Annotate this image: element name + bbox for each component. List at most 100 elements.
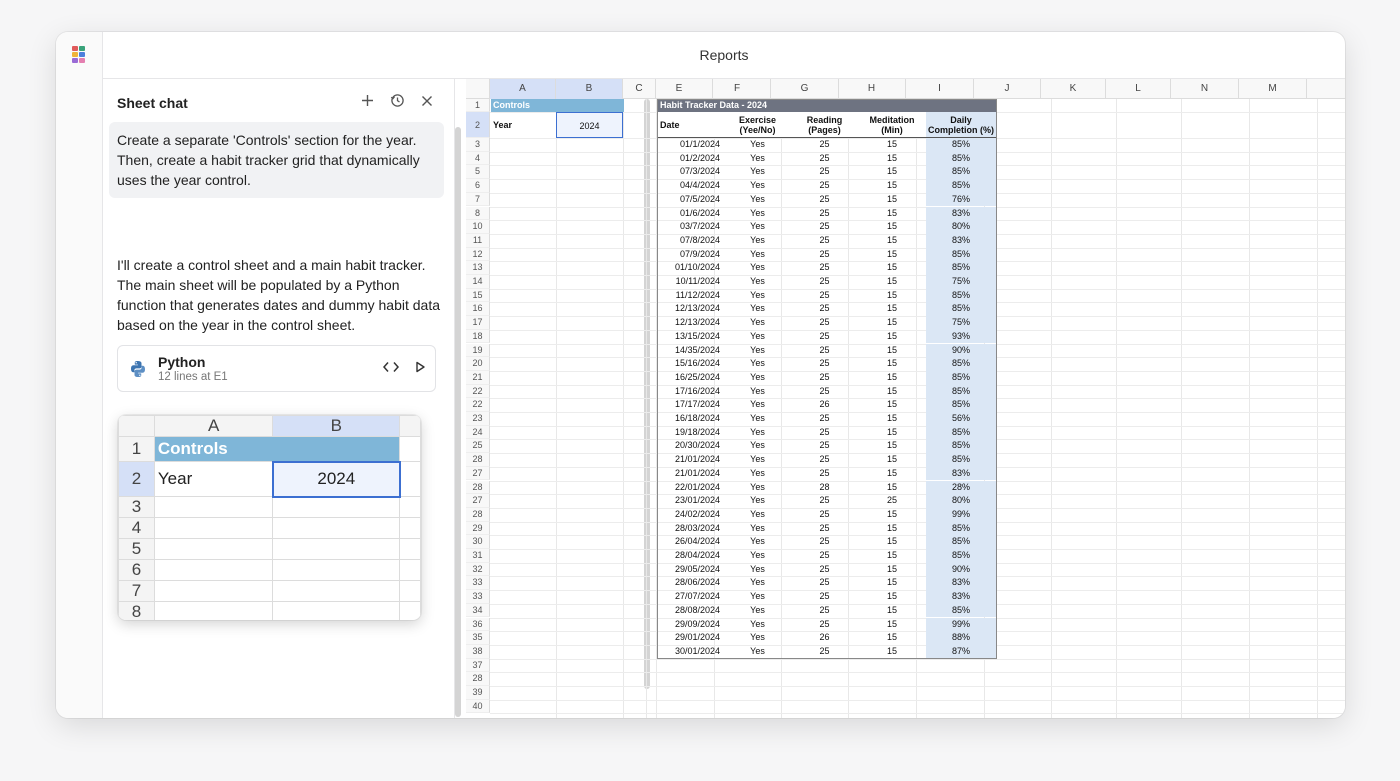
panel-scrollbar[interactable]: [455, 127, 461, 717]
table-cell[interactable]: Yes: [724, 344, 791, 358]
table-cell[interactable]: 99%: [926, 507, 996, 522]
table-cell[interactable]: 83%: [926, 233, 996, 248]
history-button[interactable]: [382, 93, 412, 113]
table-cell[interactable]: 16/25/2024: [658, 371, 724, 385]
table-cell[interactable]: 21/01/2024: [658, 453, 724, 467]
column-header[interactable]: N: [1171, 79, 1239, 99]
table-cell[interactable]: 25: [791, 261, 858, 275]
column-header[interactable]: M: [1239, 79, 1307, 99]
row-header[interactable]: 4: [466, 151, 490, 166]
row-header[interactable]: 8: [466, 206, 490, 221]
table-cell[interactable]: 25: [791, 193, 858, 207]
table-cell[interactable]: 25: [791, 645, 858, 659]
table-cell[interactable]: 26: [791, 631, 858, 645]
table-cell[interactable]: 29/05/2024: [658, 563, 724, 577]
table-cell[interactable]: 15: [858, 220, 926, 234]
table-cell[interactable]: 25: [858, 494, 926, 508]
table-cell[interactable]: Yes: [724, 494, 791, 508]
table-cell[interactable]: 83%: [926, 590, 996, 604]
table-cell[interactable]: Yes: [724, 604, 791, 618]
table-cell[interactable]: Yes: [724, 522, 791, 536]
row-header[interactable]: 22: [466, 398, 490, 412]
table-cell[interactable]: 15: [858, 385, 926, 399]
table-cell[interactable]: 13/15/2024: [658, 330, 724, 344]
table-cell[interactable]: 17/17/2024: [658, 398, 724, 412]
table-cell[interactable]: Yes: [724, 371, 791, 385]
table-cell[interactable]: 25: [791, 618, 858, 632]
table-cell[interactable]: 15: [858, 618, 926, 632]
table-cell[interactable]: 23/01/2024: [658, 494, 724, 508]
table-cell[interactable]: 28/03/2024: [658, 522, 724, 536]
table-cell[interactable]: 85%: [926, 261, 996, 275]
row-header[interactable]: 18: [466, 329, 490, 344]
row-header[interactable]: 14: [466, 275, 490, 289]
row-header[interactable]: 22: [466, 384, 490, 399]
row-header[interactable]: 12: [466, 247, 490, 262]
row-header[interactable]: 38: [466, 644, 490, 659]
table-cell[interactable]: Yes: [724, 316, 791, 330]
table-cell[interactable]: Yes: [724, 179, 791, 193]
row-header[interactable]: 33: [466, 576, 490, 591]
table-cell[interactable]: 25: [791, 385, 858, 399]
row-header[interactable]: 28: [466, 480, 490, 495]
new-chat-button[interactable]: [352, 94, 382, 112]
table-cell[interactable]: 25: [791, 604, 858, 618]
table-cell[interactable]: 11/12/2024: [658, 289, 724, 303]
table-cell[interactable]: 25: [791, 426, 858, 440]
table-cell[interactable]: 25: [791, 508, 858, 522]
table-cell[interactable]: 15: [858, 535, 926, 549]
table-cell[interactable]: Yes: [724, 385, 791, 399]
table-cell[interactable]: 21/01/2024: [658, 467, 724, 481]
table-cell[interactable]: Yes: [724, 193, 791, 207]
table-cell[interactable]: 85%: [926, 370, 996, 385]
table-cell[interactable]: 29/09/2024: [658, 618, 724, 632]
table-cell[interactable]: 15: [858, 275, 926, 289]
table-cell[interactable]: 25: [791, 302, 858, 316]
table-cell[interactable]: Yes: [724, 590, 791, 604]
row-header[interactable]: 36: [466, 617, 490, 632]
row-header[interactable]: 28: [466, 507, 490, 522]
table-cell[interactable]: 85%: [926, 247, 996, 262]
column-header[interactable]: I: [906, 79, 974, 99]
table-cell[interactable]: 28/06/2024: [658, 576, 724, 590]
table-cell[interactable]: Yes: [724, 302, 791, 316]
table-cell[interactable]: 83%: [926, 206, 996, 221]
table-cell[interactable]: 85%: [926, 535, 996, 549]
row-header[interactable]: 24: [466, 425, 490, 440]
table-cell[interactable]: 25: [791, 289, 858, 303]
row-header[interactable]: 16: [466, 302, 490, 317]
table-cell[interactable]: 85%: [926, 439, 996, 454]
table-cell[interactable]: Yes: [724, 207, 791, 221]
table-cell[interactable]: 85%: [926, 398, 996, 412]
row-header[interactable]: 37: [466, 658, 490, 673]
table-cell[interactable]: 07/8/2024: [658, 234, 724, 248]
row-header[interactable]: 20: [466, 357, 490, 371]
table-cell[interactable]: 90%: [926, 343, 996, 358]
row-header[interactable]: 13: [466, 261, 490, 275]
row-header[interactable]: 11: [466, 233, 490, 248]
row-header[interactable]: 1: [466, 99, 490, 112]
table-cell[interactable]: 03/7/2024: [658, 220, 724, 234]
app-logo-icon[interactable]: [72, 46, 85, 64]
table-cell[interactable]: 15: [858, 289, 926, 303]
table-cell[interactable]: 93%: [926, 329, 996, 344]
table-cell[interactable]: 15: [858, 371, 926, 385]
table-cell[interactable]: 83%: [926, 466, 996, 481]
column-header[interactable]: K: [1041, 79, 1106, 99]
row-header[interactable]: 19: [466, 343, 490, 358]
table-cell[interactable]: 76%: [926, 192, 996, 207]
table-cell[interactable]: 15: [858, 179, 926, 193]
run-code-button[interactable]: [415, 361, 425, 376]
table-cell[interactable]: 12/13/2024: [658, 316, 724, 330]
table-cell[interactable]: 25: [791, 563, 858, 577]
table-cell[interactable]: 15: [858, 467, 926, 481]
table-cell[interactable]: 85%: [926, 288, 996, 303]
table-cell[interactable]: 01/1/2024: [658, 138, 724, 152]
row-header[interactable]: 29: [466, 521, 490, 536]
table-cell[interactable]: 15: [858, 439, 926, 453]
row-header[interactable]: 35: [466, 631, 490, 645]
table-cell[interactable]: 15: [858, 234, 926, 248]
table-cell[interactable]: Yes: [724, 481, 791, 495]
table-cell[interactable]: 25: [791, 412, 858, 426]
table-cell[interactable]: 15: [858, 165, 926, 179]
